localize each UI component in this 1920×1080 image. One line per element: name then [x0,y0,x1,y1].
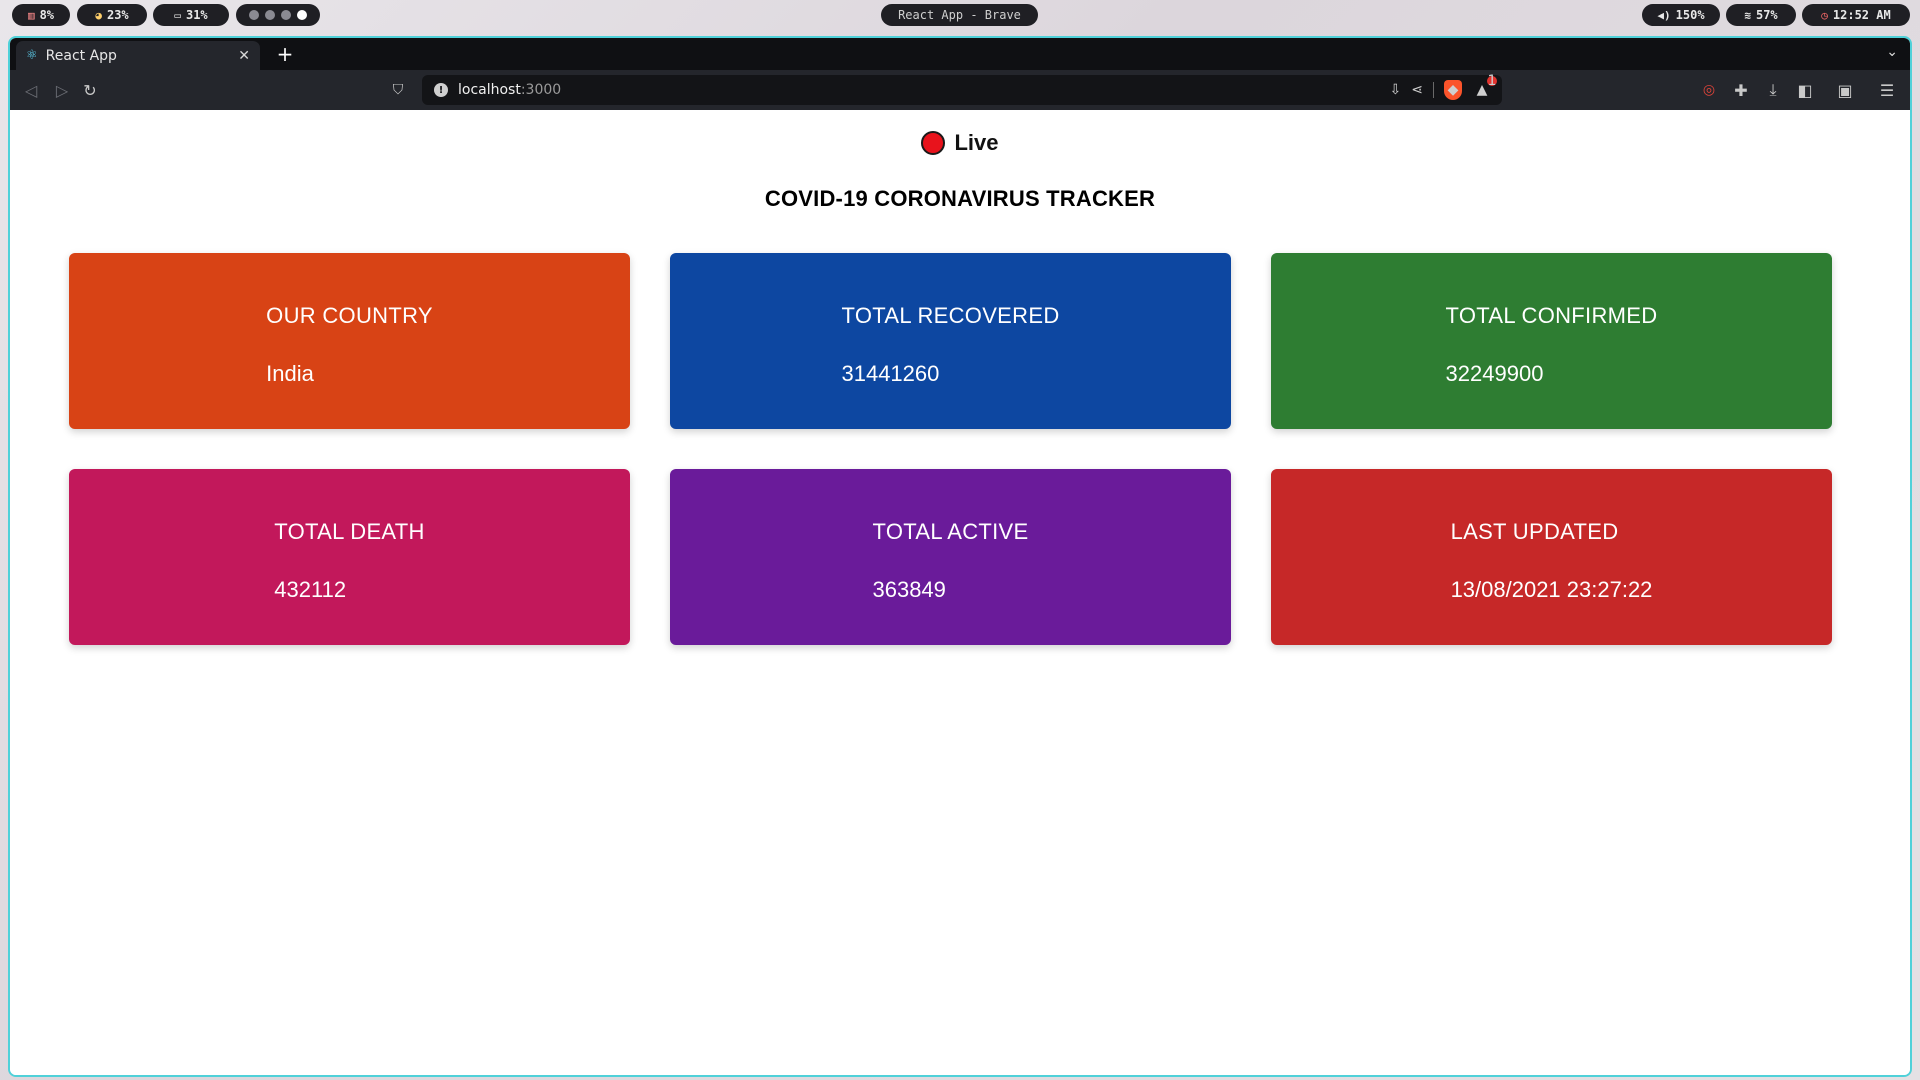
tab-title: React App [45,47,117,64]
battery-icon: ▭ [174,8,181,22]
card-total-recovered: TOTAL RECOVERED 31441260 [670,253,1231,429]
install-app-icon[interactable]: ⇩ [1390,82,1402,98]
card-total-confirmed: TOTAL CONFIRMED 32249900 [1271,253,1832,429]
clock-icon: ◷ [1821,8,1828,22]
volume-value: 150% [1675,8,1705,22]
share-icon[interactable]: ⋖ [1411,82,1423,98]
card-label: TOTAL ACTIVE [872,519,1029,544]
url-separator [1433,82,1434,98]
card-last-updated: LAST UPDATED 13/08/2021 23:27:22 [1271,469,1832,645]
cpu-widget[interactable]: ▥ 8% [12,4,70,26]
wifi-widget[interactable]: ≋ 57% [1726,4,1796,26]
card-label: TOTAL DEATH [274,519,425,544]
brave-rewards-icon[interactable]: ▲ 1 [1472,73,1497,99]
live-label: Live [954,130,999,155]
workspace-4-dot[interactable] [297,10,307,20]
card-label: LAST UPDATED [1450,519,1619,544]
url-host: localhost [458,82,521,98]
vpn-icon[interactable]: ◎ [1698,79,1720,101]
card-total-death: TOTAL DEATH 432112 [69,469,630,645]
workspace-1-dot[interactable] [249,10,259,20]
card-value: 13/08/2021 23:27:22 [1450,577,1653,602]
page-content: Live COVID-19 CORONAVIRUS TRACKER OUR CO… [10,110,1910,1075]
card-value: India [266,361,314,386]
live-indicator: Live [10,130,1910,156]
wifi-value: 57% [1755,8,1778,22]
cpu-icon: ▥ [27,8,35,22]
live-dot-icon [921,131,946,155]
menu-icon[interactable]: ☰ [1876,79,1898,101]
battery-value: 31% [185,8,208,22]
card-value: 32249900 [1445,361,1544,386]
browser-toolbar: ◁ ▷ ↻ ⛉ ! localhost :3000 ⇩ ⋖ ◆ ▲ 1 ◎ ✚ ⤓… [10,70,1910,110]
tab-strip: ⚛ React App ✕ + ⌄ [10,38,1910,70]
bookmark-icon[interactable]: ⛉ [387,79,409,101]
battery-widget[interactable]: ▭ 31% [153,4,229,26]
cpu-value: 8% [39,8,55,22]
card-value: 31441260 [841,361,940,386]
stats-grid: OUR COUNTRY India TOTAL RECOVERED 314412… [69,253,1832,645]
tab-react-app[interactable]: ⚛ React App ✕ [16,41,260,70]
downloads-icon[interactable]: ⤓ [1762,79,1784,101]
card-total-active: TOTAL ACTIVE 363849 [670,469,1231,645]
wifi-icon: ≋ [1744,8,1751,22]
card-our-country: OUR COUNTRY India [69,253,630,429]
memory-widget[interactable]: ◕ 23% [77,4,147,26]
workspace-3-dot[interactable] [281,10,291,20]
close-tab-icon[interactable]: ✕ [238,48,250,64]
workspace-switcher[interactable] [236,4,320,26]
speaker-icon: ◀) [1657,8,1671,22]
clock-widget[interactable]: ◷ 12:52 AM [1802,4,1910,26]
card-value: 432112 [274,577,347,602]
clock-value: 12:52 AM [1832,8,1891,22]
card-value: 363849 [872,577,946,602]
workspace-2-dot[interactable] [265,10,275,20]
forward-button[interactable]: ▷ [51,79,73,101]
system-bar: ▥ 8% ◕ 23% ▭ 31% React App - Brave ◀) 15… [0,0,1920,31]
memory-value: 23% [106,8,129,22]
brave-shields-icon[interactable]: ◆ [1444,80,1462,100]
reload-button[interactable]: ↻ [79,79,101,101]
sidebar-icon[interactable]: ◧ [1794,79,1816,101]
rewards-badge: 1 [1487,73,1497,89]
chevron-down-icon[interactable]: ⌄ [1886,44,1898,60]
site-info-icon[interactable]: ! [434,83,448,97]
back-button[interactable]: ◁ [20,79,42,101]
card-label: TOTAL RECOVERED [841,303,1060,328]
new-tab-button[interactable]: + [272,41,298,67]
url-port: :3000 [520,82,562,98]
card-label: OUR COUNTRY [266,303,433,328]
wallet-icon[interactable]: ▣ [1834,79,1856,101]
address-bar[interactable]: ! localhost :3000 ⇩ ⋖ ◆ ▲ 1 [422,73,1502,105]
memory-icon: ◕ [95,8,102,22]
active-window-title: React App - Brave [881,4,1038,26]
card-label: TOTAL CONFIRMED [1445,303,1658,328]
page-title: COVID-19 CORONAVIRUS TRACKER [764,186,1156,211]
extensions-icon[interactable]: ✚ [1730,79,1752,101]
browser-window: ⚛ React App ✕ + ⌄ ◁ ▷ ↻ ⛉ ! localhost :3… [8,36,1912,1077]
volume-widget[interactable]: ◀) 150% [1642,4,1720,26]
react-logo-icon: ⚛ [26,48,38,63]
